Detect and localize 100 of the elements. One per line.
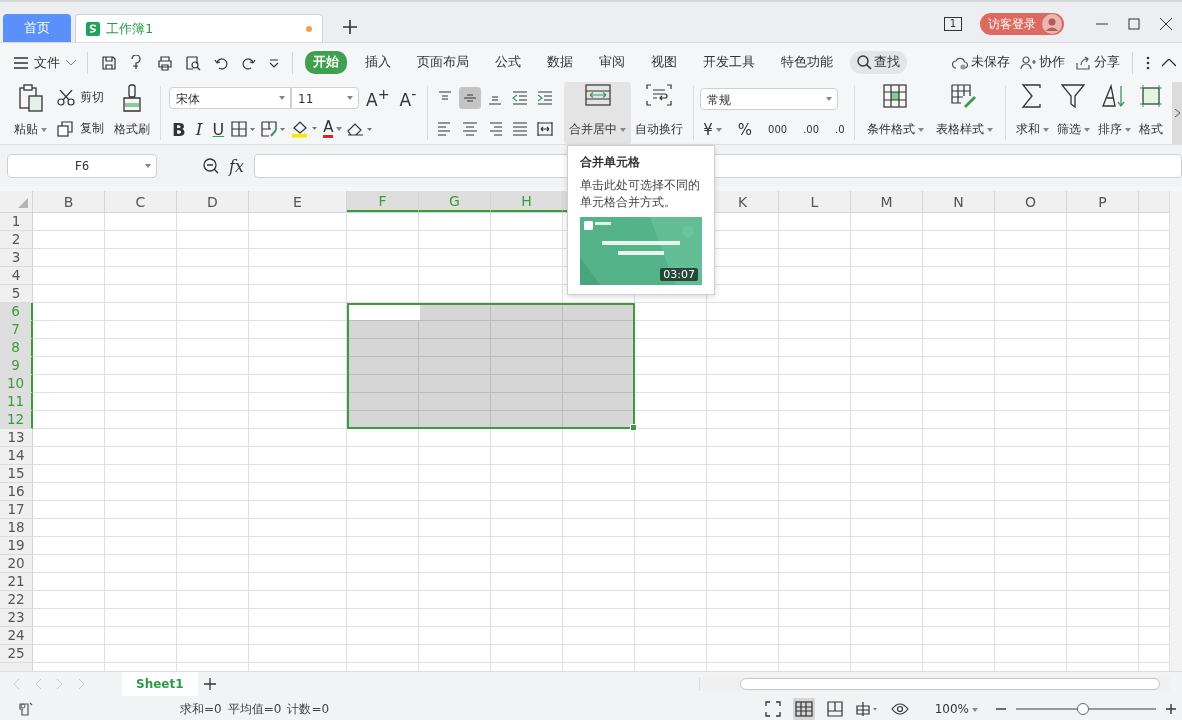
format-painter-button[interactable]: 格式刷 [110,82,154,144]
row-header[interactable]: 17 [0,501,33,519]
ribbon-tab[interactable]: 开发工具 [695,51,763,74]
underline-button[interactable]: U [209,119,228,139]
dropdown-icon[interactable] [269,57,279,68]
decrease-decimal-button[interactable]: .0 [832,124,848,135]
row-header[interactable]: 24 [0,627,33,645]
row-header[interactable]: 4 [0,267,33,285]
maximize-icon[interactable] [1128,18,1140,30]
cut-button[interactable]: 剪切 [57,89,104,106]
zoom-dropdown[interactable]: 100% [934,702,978,716]
collaborate-button[interactable]: 协作 [1020,54,1065,71]
new-tab-icon[interactable] [343,20,357,34]
row-header[interactable]: 20 [0,555,33,573]
row-header[interactable]: 16 [0,483,33,501]
horizontal-scrollbar[interactable] [699,676,1170,691]
workbook-tab[interactable]: 工作簿1 [75,14,323,42]
currency-button[interactable]: ¥ [700,120,725,139]
ribbon-tab[interactable]: 插入 [357,51,399,74]
ribbon-tab[interactable]: 审阅 [591,51,633,74]
row-header[interactable]: 22 [0,591,33,609]
percent-button[interactable]: % [734,120,756,139]
row-header[interactable]: 13 [0,429,33,447]
column-header[interactable]: O [995,191,1067,212]
borders-icon[interactable] [231,121,258,138]
ribbon-tab[interactable]: 特色功能 [773,51,841,74]
row-header[interactable]: 19 [0,537,33,555]
share-button[interactable]: 分享 [1075,54,1120,71]
cell-style-icon[interactable] [261,121,288,138]
wrap-text-button[interactable]: 自动换行 [631,82,688,144]
zoom-in-icon[interactable] [1166,704,1176,714]
add-sheet-icon[interactable] [203,677,216,690]
name-box[interactable]: F6 [7,154,157,178]
normal-view-icon[interactable] [792,698,815,720]
filter-button[interactable]: 筛选 [1052,82,1094,144]
column-header[interactable]: N [923,191,995,212]
zoom-icon[interactable] [203,158,219,174]
zoom-thumb[interactable] [1077,703,1090,715]
decrease-font-button[interactable]: A$^{-}$ [396,86,420,110]
sort-button[interactable]: 排序 [1093,82,1135,144]
align-middle-icon[interactable] [459,86,482,109]
column-header[interactable]: C [105,191,177,212]
column-header[interactable]: D [177,191,249,212]
format-button[interactable]: 格式 [1134,82,1167,144]
merge-center-button[interactable]: 合并居中 [564,82,632,144]
save-icon[interactable] [101,54,117,71]
file-menu[interactable]: 文件 [14,53,76,72]
row-header[interactable]: 18 [0,519,33,537]
column-header[interactable]: M [851,191,923,212]
cloud-icon [952,55,968,70]
row-header[interactable]: 15 [0,465,33,483]
ribbon-tab[interactable]: 页面布局 [409,51,477,74]
active-cell[interactable] [349,305,420,320]
row-header[interactable]: 3 [0,249,33,267]
eye-icon[interactable] [890,702,909,716]
row-header[interactable]: 21 [0,573,33,591]
search-button[interactable]: 查找 [850,51,907,74]
thousands-separator-button[interactable]: 000 [765,124,791,135]
increase-decimal-button[interactable]: .00 [800,124,823,135]
more-icon[interactable] [1146,55,1150,70]
column-header[interactable]: L [779,191,851,212]
tab-count-button[interactable]: 1 [943,17,962,31]
column-header[interactable]: B [33,191,105,212]
fullscreen-icon[interactable] [764,701,781,717]
row-header[interactable]: 14 [0,447,33,465]
row-header[interactable]: 23 [0,609,33,627]
row-header[interactable]: 2 [0,231,33,249]
reading-mode-icon[interactable] [854,701,879,717]
bold-button[interactable]: B [169,118,189,140]
ribbon-tab[interactable]: 公式 [487,51,529,74]
fill-handle[interactable] [630,424,637,431]
vertical-scrollbar[interactable] [1169,191,1182,671]
macro-icon[interactable] [18,701,34,717]
save-status-button[interactable]: 未保存 [952,54,1010,71]
column-header[interactable]: P [1067,191,1139,212]
function-button[interactable]: fx [229,156,244,176]
conditional-format-button[interactable]: 条件格式 [860,82,930,144]
ribbon-tab[interactable]: 视图 [643,51,685,74]
increase-font-button[interactable]: A$^{+}$ [363,86,393,110]
row-header[interactable]: 25 [0,645,33,663]
ribbon-tab[interactable]: 数据 [539,51,581,74]
font-size-dropdown[interactable]: 11 [291,87,359,110]
number-format-dropdown[interactable]: 常规 [700,87,839,110]
copy-button[interactable]: 复制 [57,120,104,137]
row-header[interactable]: 5 [0,285,33,303]
print-icon[interactable] [157,54,173,71]
collapse-icon[interactable] [1162,58,1176,67]
page-layout-icon[interactable] [826,701,843,717]
sum-button[interactable]: 求和 [1011,82,1053,144]
eraser-icon[interactable] [346,121,375,138]
paste-button[interactable]: 粘贴 [10,82,51,144]
row-header[interactable]: 1 [0,213,33,231]
sheet-tab[interactable]: Sheet1 [122,671,198,696]
italic-button[interactable]: I [192,119,206,140]
fill-color-icon[interactable] [291,120,320,139]
print-preview-icon[interactable] [185,54,201,71]
font-color-button[interactable]: A [323,120,343,139]
font-name-dropdown[interactable]: 宋体 [169,87,291,110]
table-style-button[interactable]: 表格样式 [929,82,999,144]
close-icon[interactable] [1160,18,1172,30]
